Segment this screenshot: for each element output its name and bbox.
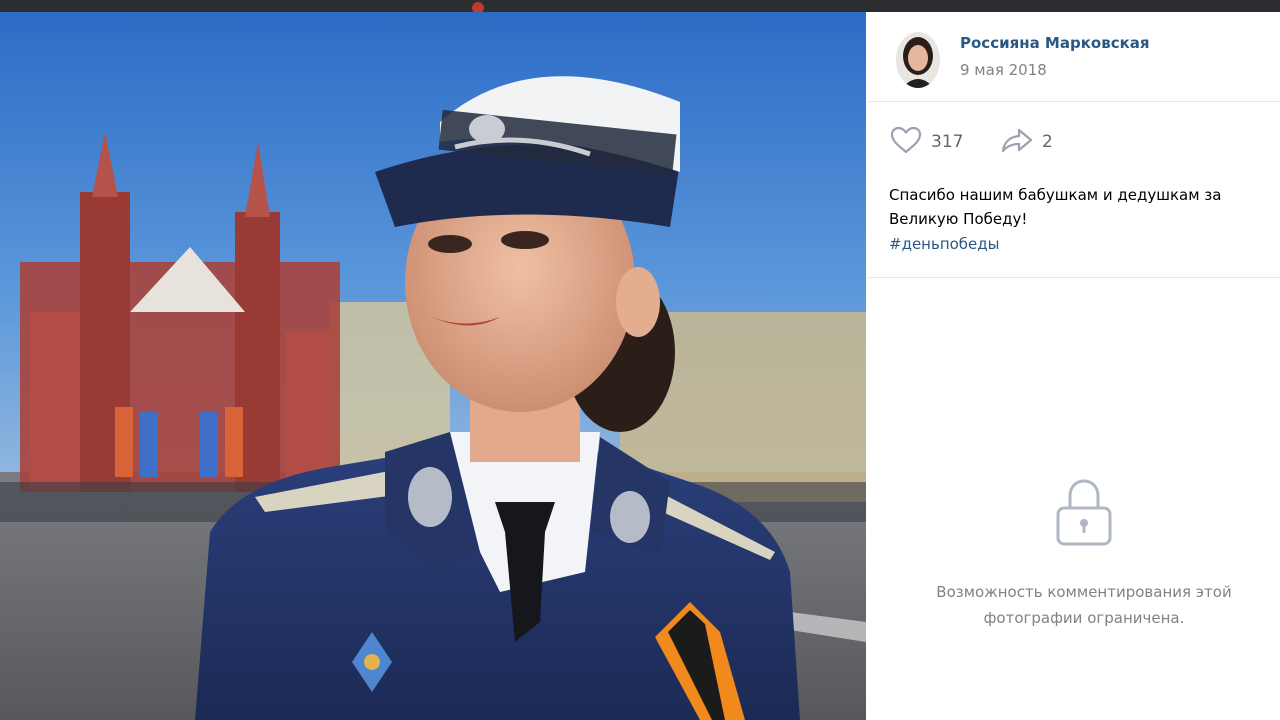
post-text: Спасибо нашим бабушкам и дедушкам за Вел… (889, 186, 1222, 228)
author-name-link[interactable]: Россияна Марковская (960, 34, 1150, 52)
avatar-image (896, 32, 940, 88)
lock-icon (1054, 476, 1114, 548)
like-button[interactable]: 317 (889, 124, 963, 160)
likes-count: 317 (931, 132, 964, 152)
photo-illustration (0, 12, 866, 720)
avatar[interactable] (896, 32, 940, 88)
post-sidebar: Россияна Марковская 9 мая 2018 317 2 Спа… (868, 12, 1280, 720)
post-date[interactable]: 9 мая 2018 (960, 61, 1047, 79)
share-arrow-icon (1000, 126, 1034, 158)
hashtag-link[interactable]: #деньпобеды (889, 232, 1000, 256)
browser-top-bar (0, 0, 1280, 14)
divider (868, 277, 1280, 278)
post-photo[interactable] (0, 12, 866, 720)
comments-restricted-notice: Возможность комментирования этой фотогра… (936, 583, 1232, 627)
share-button[interactable]: 2 (1000, 124, 1053, 160)
heart-icon (889, 126, 923, 158)
post-actions: 317 2 (868, 124, 1280, 160)
shares-count: 2 (1042, 132, 1053, 152)
post-header: Россияна Марковская 9 мая 2018 (868, 12, 1280, 102)
